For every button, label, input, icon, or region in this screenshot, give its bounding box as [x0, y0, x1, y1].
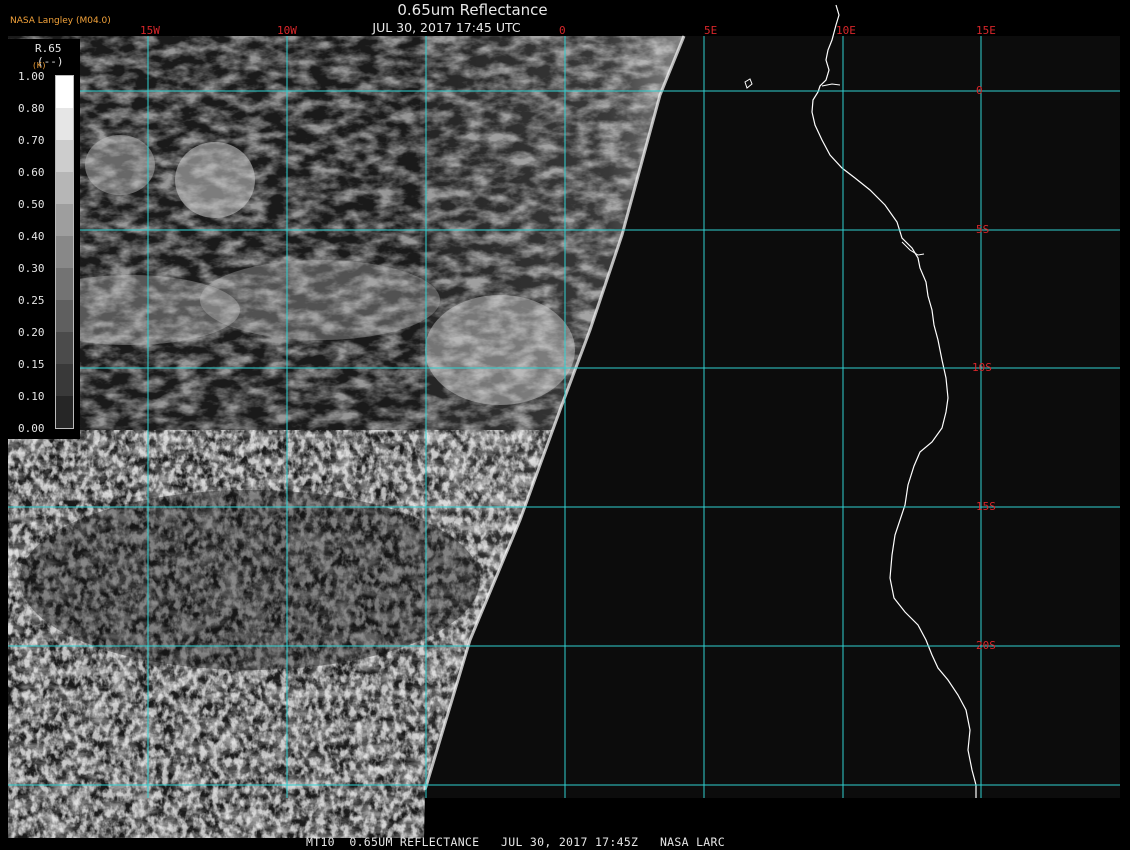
- legend-corner-mark: (K): [32, 61, 47, 70]
- legend-value: 0.60: [18, 166, 45, 179]
- legend-value: 0.70: [18, 134, 45, 147]
- legend-value: 0.30: [18, 262, 45, 275]
- lat-label-0: 0: [976, 84, 983, 97]
- image-title: 0.65um Reflectance: [397, 1, 548, 19]
- legend-value: 0.20: [18, 326, 45, 339]
- legend-value: 0.15: [18, 358, 45, 371]
- legend-value: 0.00: [18, 422, 45, 435]
- lon-label-0: 0: [559, 24, 566, 37]
- image-timestamp: JUL 30, 2017 17:45 UTC: [372, 20, 521, 35]
- legend-value: 0.25: [18, 294, 45, 307]
- lon-label-5e: 5E: [704, 24, 718, 37]
- footer-caption: MT10 0.65UM REFLECTANCE JUL 30, 2017 17:…: [306, 835, 725, 849]
- legend-value: 0.80: [18, 102, 45, 115]
- legend-title: R.65: [35, 42, 62, 55]
- color-legend: R.65 (--) (K) 1.00 0.80 0.70 0.60 0.50 0…: [8, 39, 80, 439]
- lat-label-5s: 5S: [976, 223, 990, 236]
- lat-label-10s: 10S: [972, 361, 992, 374]
- lon-label-15e: 15E: [976, 24, 996, 37]
- lon-label-10w: 10W: [277, 24, 297, 37]
- lon-label-10e: 10E: [836, 24, 856, 37]
- legend-value: 0.10: [18, 390, 45, 403]
- satellite-viewer: NASA Langley (M04.0) 0.65um Reflectance …: [0, 0, 1130, 850]
- legend-value: 0.40: [18, 230, 45, 243]
- lat-label-15s: 15S: [976, 500, 996, 513]
- legend-value: 0.50: [18, 198, 45, 211]
- lon-label-15w: 15W: [140, 24, 160, 37]
- legend-colorbar-frame: [55, 75, 74, 429]
- lat-label-20s: 20S: [976, 639, 996, 652]
- satellite-image: [8, 4, 1120, 838]
- legend-value: 1.00: [18, 70, 45, 83]
